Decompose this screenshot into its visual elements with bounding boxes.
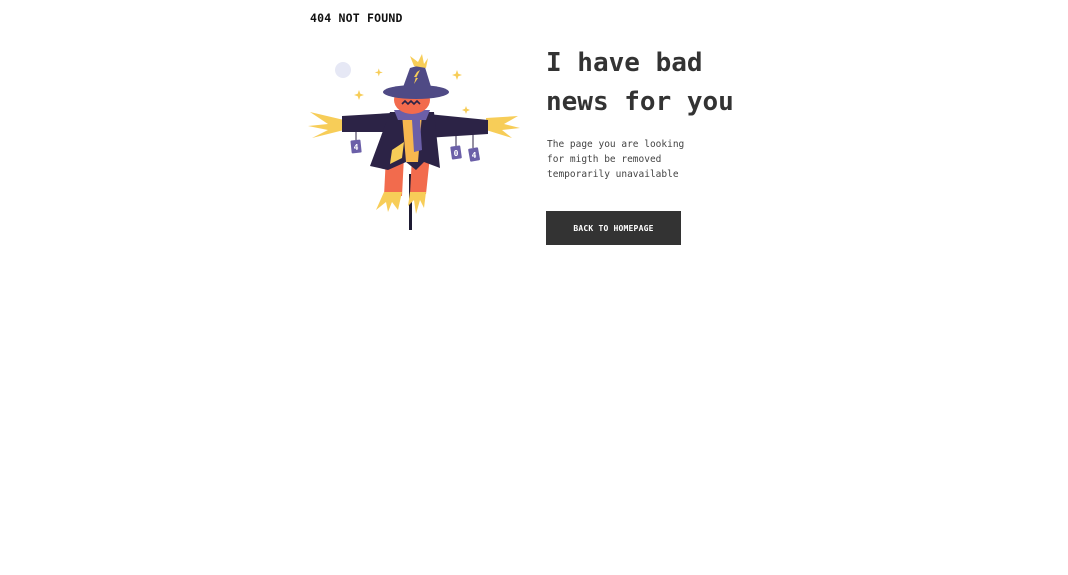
description-line: for migth be removed xyxy=(547,154,662,165)
page-headline: I have bad news for you xyxy=(546,44,806,122)
back-to-homepage-button[interactable]: BACK TO HOMEPAGE xyxy=(546,211,681,245)
sign-digit: 0 xyxy=(454,149,459,158)
page-description: The page you are looking for migth be re… xyxy=(547,137,717,182)
headline-line: news for you xyxy=(546,87,734,117)
hat-straw xyxy=(410,54,428,68)
sign-digit: 4 xyxy=(354,143,359,152)
page-status-label: 404 NOT FOUND xyxy=(310,11,403,25)
scarecrow-illustration: 4 0 4 xyxy=(306,54,524,234)
straw-right-hand xyxy=(486,116,520,138)
sign-digit: 4 xyxy=(472,151,477,160)
description-line: The page you are looking xyxy=(547,139,685,150)
hat-crown xyxy=(402,64,432,90)
straw-left-foot xyxy=(376,192,402,212)
headline-line: I have bad xyxy=(546,48,703,78)
description-line: temporarily unavailable xyxy=(547,169,679,180)
decor-circle-icon xyxy=(335,62,351,78)
straw-left-hand xyxy=(308,112,344,138)
